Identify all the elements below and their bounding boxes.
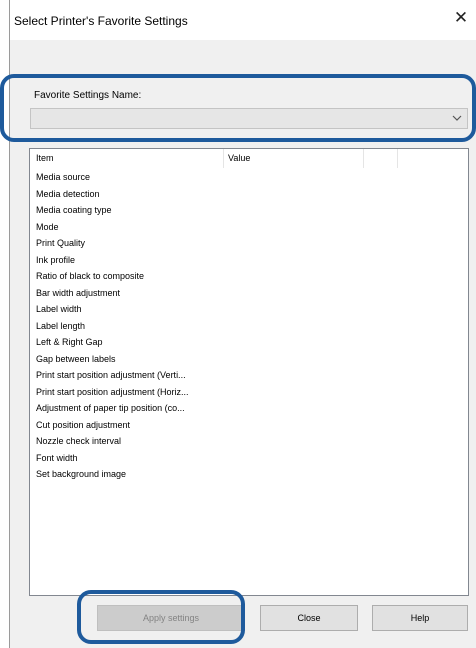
list-item[interactable]: Bar width adjustment [36, 285, 189, 302]
list-item[interactable]: Mode [36, 219, 189, 236]
settings-list[interactable]: Item Value Media source Media detection … [29, 148, 469, 596]
list-item[interactable]: Nozzle check interval [36, 433, 189, 450]
list-item[interactable]: Media coating type [36, 202, 189, 219]
list-item[interactable]: Media source [36, 169, 189, 186]
list-item[interactable]: Print start position adjustment (Horiz..… [36, 384, 189, 401]
list-item[interactable]: Adjustment of paper tip position (co... [36, 400, 189, 417]
help-button[interactable]: Help [372, 605, 468, 631]
list-item[interactable]: Ratio of black to composite [36, 268, 189, 285]
list-header: Item Value [30, 149, 468, 168]
column-header-3[interactable] [364, 149, 398, 168]
list-item[interactable]: Font width [36, 450, 189, 467]
list-rows: Media source Media detection Media coati… [36, 169, 189, 483]
column-header-value[interactable]: Value [224, 149, 364, 168]
list-item[interactable]: Gap between labels [36, 351, 189, 368]
list-item[interactable]: Print Quality [36, 235, 189, 252]
favorite-name-highlight-callout [0, 74, 476, 142]
close-button[interactable]: Close [260, 605, 358, 631]
list-item[interactable]: Left & Right Gap [36, 334, 189, 351]
list-item[interactable]: Print start position adjustment (Verti..… [36, 367, 189, 384]
list-item[interactable]: Set background image [36, 466, 189, 483]
apply-button-highlight-callout [77, 590, 245, 644]
list-item[interactable]: Media detection [36, 186, 189, 203]
close-icon[interactable]: ✕ [451, 8, 471, 28]
column-header-4[interactable] [398, 149, 468, 168]
list-item[interactable]: Ink profile [36, 252, 189, 269]
list-item[interactable]: Cut position adjustment [36, 417, 189, 434]
list-item[interactable]: Label length [36, 318, 189, 335]
list-item[interactable]: Label width [36, 301, 189, 318]
title-bar: Select Printer's Favorite Settings ✕ [10, 0, 476, 40]
dialog-title: Select Printer's Favorite Settings [14, 14, 188, 28]
column-header-item[interactable]: Item [32, 149, 224, 168]
